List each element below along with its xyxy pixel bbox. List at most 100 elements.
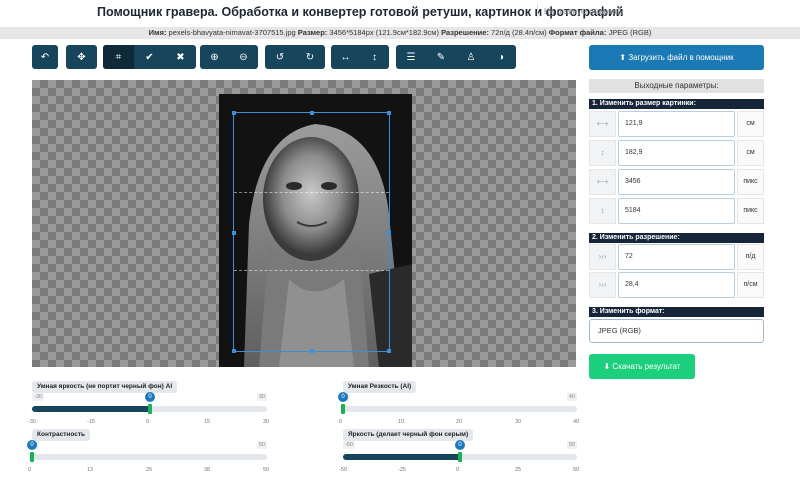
zoom-in-icon[interactable]: ⊕	[200, 45, 229, 69]
info-size-value: 3456*5184px (121.9см*182.9см)	[329, 28, 439, 37]
slider-tick-label: -25	[398, 467, 406, 473]
upload-button-label: Загрузить файл в помощник	[628, 53, 734, 62]
upload-icon: ⬆	[619, 53, 629, 62]
resolution-icon: ›››	[589, 244, 616, 270]
height-cm-input[interactable]: 182,9	[618, 140, 735, 166]
zoom-group: ⊕ ⊖	[200, 45, 258, 69]
slider-max: 30	[256, 393, 267, 401]
rotate-right-icon[interactable]: ↻	[295, 45, 325, 69]
info-res-label: Разрешение:	[441, 28, 489, 37]
height-px-row: ↕ 5184 пикс	[589, 198, 764, 224]
close-icon[interactable]: ✖	[165, 45, 196, 69]
slider-fill	[32, 406, 150, 412]
brush-icon[interactable]: ✎	[426, 45, 456, 69]
info-name-value: pexels-bhavyata-nimavat-3707515.jpg	[168, 28, 296, 37]
slider-smart-brightness[interactable]: Умная яркость (не портит черный фон) AI -…	[28, 381, 269, 429]
slider-fill	[343, 454, 460, 460]
crop-guide-line	[234, 270, 389, 272]
home-link[interactable]: На главную страницу	[537, 4, 623, 18]
adjust-icon[interactable]: ☰	[396, 45, 426, 69]
slider-min: -30	[32, 393, 44, 401]
height-cm-row: ↕ 182,9 см	[589, 140, 764, 166]
slider-tick-label: 50	[263, 467, 270, 473]
slider-tick-label: -30	[28, 419, 36, 425]
crop-handle[interactable]	[387, 231, 391, 235]
output-params-heading: Выходные параметры:	[589, 79, 764, 93]
unit-dpcm-label: п/см	[737, 272, 764, 298]
zoom-out-icon[interactable]: ⊖	[229, 45, 258, 69]
header: Помощник гравера. Обработка и конвертер …	[0, 0, 800, 26]
slider-track[interactable]	[32, 454, 267, 460]
slider-label: Умная яркость (не портит черный фон) AI	[32, 381, 178, 393]
dpcm-input[interactable]: 28,4	[618, 272, 735, 298]
slider-value-bubble: 0	[338, 392, 348, 402]
move-icon[interactable]: ✥	[66, 45, 97, 69]
info-format-value: JPEG (RGB)	[608, 28, 652, 37]
upload-button[interactable]: ⬆ Загрузить файл в помощник	[589, 45, 764, 70]
slider-knob[interactable]	[148, 404, 152, 414]
unit-px-label: пикс	[737, 198, 764, 224]
slider-tick-label: 25	[146, 467, 153, 473]
slider-max: 50	[256, 441, 267, 449]
flip-group: ↔ ↕	[331, 45, 389, 69]
slider-tick-label: 15	[204, 419, 211, 425]
dpcm-row: ››› 28,4 п/см	[589, 272, 764, 298]
crop-selection[interactable]	[232, 111, 391, 353]
crop-icon[interactable]: ⌗	[103, 45, 134, 69]
slider-tick-label: 0	[339, 419, 343, 425]
info-name-label: Имя:	[148, 28, 167, 37]
resize-section-heading: 1. Изменить размер картинки:	[589, 99, 764, 109]
slider-track[interactable]	[343, 406, 577, 412]
unit-dpi-label: п/д	[737, 244, 764, 270]
crop-handle[interactable]	[387, 111, 391, 115]
slider-contrast[interactable]: Контрастность0500013253850	[27, 429, 270, 477]
download-button[interactable]: ⬇ Скачать результат	[589, 354, 695, 379]
crop-guide-line	[234, 191, 389, 193]
flip-horizontal-icon[interactable]: ↔	[331, 45, 360, 69]
slider-min: -50	[343, 441, 355, 449]
slider-tick-label: 50	[573, 467, 580, 473]
height-px-input[interactable]: 5184	[618, 198, 735, 224]
slider-tick-label: 13	[87, 467, 94, 473]
slider-knob[interactable]	[458, 452, 462, 462]
slider-knob[interactable]	[30, 452, 34, 462]
download-button-label: Скачать результат	[612, 362, 681, 371]
slider-tick-label: 20	[456, 419, 463, 425]
slider-tick-label: 0	[456, 467, 460, 473]
slider-knob[interactable]	[341, 404, 345, 414]
unit-cm-label: см	[737, 140, 764, 166]
slider-smart-sharpness[interactable]: Умная Резкость (AI)0400010203040	[338, 381, 579, 429]
grayscale-icon[interactable]: ♙	[456, 45, 486, 69]
rotate-left-icon[interactable]: ↺	[265, 45, 295, 69]
info-size-label: Размер:	[297, 28, 328, 37]
slider-label: Яркость (делает черный фон серым)	[343, 429, 474, 441]
slider-tick-label: -50	[339, 467, 347, 473]
width-px-row: ⟷ 3456 пикс	[589, 169, 764, 195]
filter-group: ☰ ✎ ♙ ◑	[396, 45, 516, 69]
dpi-input[interactable]: 72	[618, 244, 735, 270]
crop-handle[interactable]	[387, 349, 391, 353]
dpi-row: ››› 72 п/д	[589, 244, 764, 270]
resolution-icon: ›››	[589, 272, 616, 298]
crop-handle[interactable]	[232, 231, 236, 235]
flip-vertical-icon[interactable]: ↕	[360, 45, 389, 69]
file-info-bar: Имя: pexels-bhavyata-nimavat-3707515.jpg…	[0, 27, 800, 39]
width-cm-input[interactable]: 121,9	[618, 111, 735, 137]
slider-brightness[interactable]: Яркость (делает черный фон серым) -50 50 0-…	[339, 429, 580, 477]
rotate-group: ↺ ↻	[265, 45, 325, 69]
slider-label: Контрастность	[32, 429, 91, 441]
crop-handle[interactable]	[232, 111, 236, 115]
check-icon[interactable]: ✔	[134, 45, 165, 69]
contrast-icon[interactable]: ◑	[486, 45, 516, 69]
format-select[interactable]: JPEG (RGB)	[589, 319, 764, 343]
crop-handle[interactable]	[310, 349, 314, 353]
slider-tick-label: 30	[515, 419, 522, 425]
crop-handle[interactable]	[310, 111, 314, 115]
undo-icon[interactable]: ↶	[32, 45, 58, 69]
slider-label: Умная Резкость (AI)	[343, 381, 417, 393]
width-px-input[interactable]: 3456	[618, 169, 735, 195]
height-icon: ↕	[589, 198, 616, 224]
format-section-heading: 3. Изменить формат:	[589, 307, 764, 317]
crop-handle[interactable]	[232, 349, 236, 353]
slider-tick-label: 38	[204, 467, 211, 473]
